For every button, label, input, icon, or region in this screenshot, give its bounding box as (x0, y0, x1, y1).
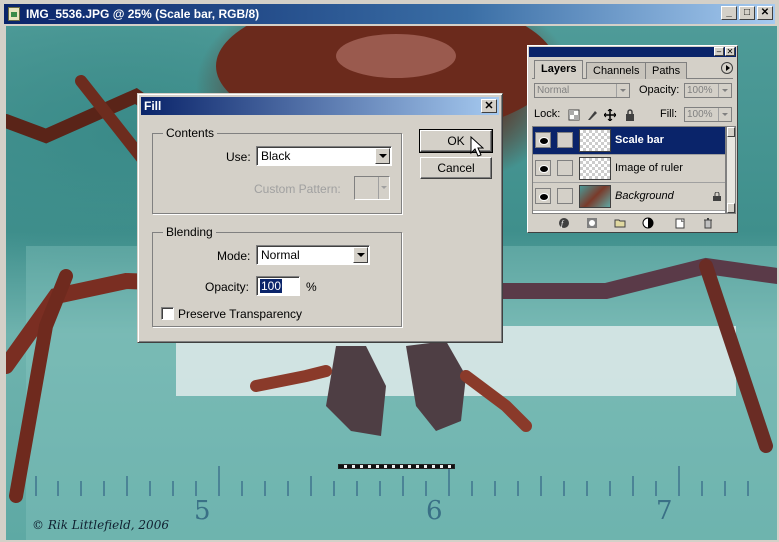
palette-title-bar[interactable] (529, 47, 736, 57)
layer-thumbnail (579, 129, 611, 152)
lock-position-icon[interactable] (604, 109, 616, 121)
palette-close-button[interactable]: ✕ (725, 47, 735, 56)
layer-row-image-of-ruler[interactable]: Image of ruler (533, 155, 725, 183)
mode-select[interactable]: Normal (256, 245, 370, 265)
mode-value: Normal (261, 248, 300, 262)
chevron-down-icon (378, 177, 389, 199)
use-select[interactable]: Black (256, 146, 392, 166)
palette-fill-input[interactable]: 100% (684, 107, 732, 122)
document-title: IMG_5536.JPG @ 25% (Scale bar, RGB/8) (26, 7, 260, 21)
palette-opacity-value: 100% (687, 85, 713, 96)
layer-name: Background (615, 190, 674, 202)
opacity-label: Opacity: (205, 280, 250, 294)
scroll-up-button[interactable] (727, 127, 735, 137)
lock-label: Lock: (534, 108, 561, 120)
document-title-bar[interactable]: IMG_5536.JPG @ 25% (Scale bar, RGB/8) _ … (4, 4, 775, 24)
fill-dialog-close-button[interactable]: ✕ (481, 99, 497, 113)
mode-label: Mode: (217, 249, 251, 263)
close-button[interactable]: ✕ (757, 6, 773, 20)
lock-transparent-pixels-icon[interactable] (568, 109, 580, 121)
brush-icon[interactable] (557, 132, 573, 148)
chevron-right-icon[interactable] (718, 84, 731, 97)
ruler-label-6: 6 (426, 496, 443, 526)
layer-name: Image of ruler (615, 162, 683, 174)
layer-thumbnail (579, 185, 611, 208)
photoshop-document-icon[interactable] (8, 7, 20, 21)
layer-name: Scale bar (615, 134, 664, 146)
blend-mode-select[interactable]: Normal (534, 83, 630, 98)
tab-layers[interactable]: Layers (534, 60, 584, 79)
layer-mask-icon[interactable] (586, 217, 598, 229)
fill-dialog-title: Fill (144, 99, 162, 113)
palette-opacity-input[interactable]: 100% (684, 83, 732, 98)
lock-all-icon[interactable] (624, 109, 636, 121)
mouse-pointer-icon (470, 136, 484, 157)
scroll-down-button[interactable] (727, 203, 735, 213)
preserve-transparency-checkbox[interactable] (161, 307, 174, 320)
layer-row-background[interactable]: Background (533, 183, 725, 211)
fill-label: Fill: (660, 108, 678, 120)
layers-scrollbar[interactable] (726, 126, 736, 214)
palette-bottom-toolbar: f (532, 216, 733, 230)
tab-paths[interactable]: Paths (645, 62, 688, 79)
tab-channels[interactable]: Channels (586, 62, 647, 79)
palette-menu-icon[interactable] (721, 62, 733, 74)
cancel-button[interactable]: Cancel (420, 157, 492, 179)
link-cell[interactable] (557, 160, 573, 176)
new-group-icon[interactable] (614, 217, 626, 229)
link-cell[interactable] (557, 188, 573, 204)
lock-image-pixels-icon[interactable] (586, 109, 598, 121)
minimize-button[interactable]: _ (721, 6, 737, 20)
window-controls: _ □ ✕ (721, 6, 773, 20)
use-value: Black (261, 149, 291, 163)
lock-icon (713, 192, 721, 201)
layers-list: Scale bar Image of ruler Background (532, 126, 726, 214)
preserve-transparency-label[interactable]: Preserve Transparency (178, 307, 302, 321)
new-layer-icon[interactable] (674, 217, 686, 229)
layer-thumbnail (579, 157, 611, 180)
chevron-down-icon[interactable] (353, 247, 368, 263)
contents-legend: Contents (166, 126, 215, 140)
trash-icon[interactable] (702, 217, 714, 229)
visibility-eye-icon[interactable] (535, 132, 551, 148)
ruler-label-7: 7 (656, 496, 673, 526)
contents-group: Contents (152, 126, 402, 214)
chevron-down-icon[interactable] (375, 148, 390, 164)
layer-style-icon[interactable]: f (558, 217, 570, 229)
fill-dialog: Fill ✕ Contents Use: Black Custom Patter… (137, 93, 503, 343)
custom-pattern-label: Custom Pattern: (254, 182, 341, 196)
copyright-text: © Rik Littlefield, 2006 (32, 518, 169, 532)
chevron-down-icon[interactable] (616, 84, 629, 97)
opacity-unit: % (306, 280, 317, 294)
visibility-eye-icon[interactable] (535, 188, 551, 204)
custom-pattern-picker (354, 176, 390, 200)
opacity-input[interactable]: 100 (256, 276, 300, 296)
adjustment-layer-icon[interactable] (642, 217, 654, 229)
layer-row-scale-bar[interactable]: Scale bar (533, 127, 725, 155)
chevron-right-icon[interactable] (718, 108, 731, 121)
palette-tabs: Layers Channels Paths (532, 60, 733, 79)
palette-minimize-button[interactable]: – (714, 47, 724, 56)
palette-opacity-label: Opacity: (639, 84, 680, 96)
scale-bar (338, 464, 455, 469)
fill-dialog-title-bar[interactable]: Fill ✕ (141, 97, 499, 115)
ruler-label-5: 5 (194, 496, 211, 526)
maximize-button[interactable]: □ (739, 6, 755, 20)
visibility-eye-icon[interactable] (535, 160, 551, 176)
palette-fill-value: 100% (687, 109, 713, 120)
opacity-value: 100 (260, 279, 283, 293)
blend-mode-value: Normal (537, 85, 570, 96)
use-label: Use: (226, 150, 251, 164)
layers-palette: – ✕ Layers Channels Paths Normal Opacity… (527, 45, 738, 233)
blending-legend: Blending (166, 225, 213, 239)
